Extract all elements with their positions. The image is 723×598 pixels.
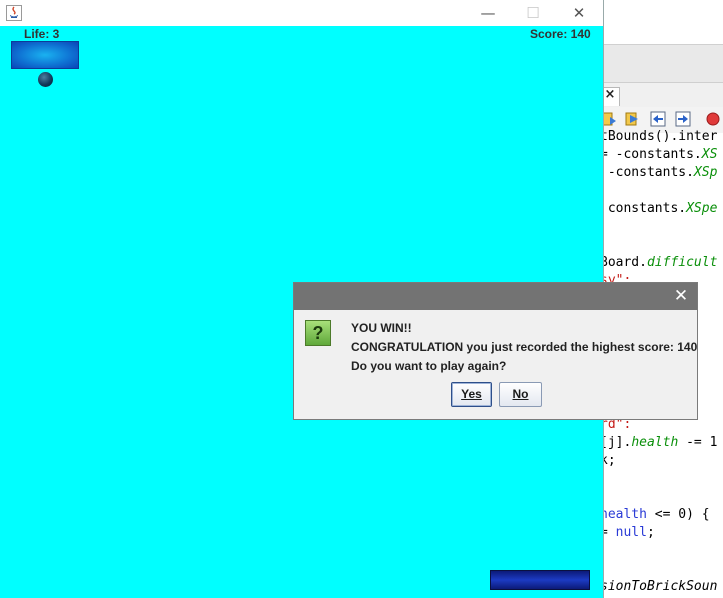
- play-again-prompt: Do you want to play again?: [351, 359, 507, 373]
- close-window-button[interactable]: ✕: [556, 0, 602, 26]
- ide-toolbar-area: [600, 45, 723, 83]
- maximize-button[interactable]: ☐: [510, 0, 556, 26]
- win-message: YOU WIN!!: [351, 321, 412, 335]
- close-icon[interactable]: ✕: [671, 286, 691, 306]
- shift-left-icon[interactable]: [650, 111, 666, 127]
- game-title-bar[interactable]: — ☐ ✕: [0, 0, 603, 26]
- close-icon[interactable]: ×: [603, 87, 617, 103]
- code-line: Board.difficult: [600, 254, 717, 272]
- java-icon: [6, 5, 22, 21]
- code-line: tBounds().inter: [600, 128, 717, 146]
- code-token: null: [615, 525, 647, 540]
- life-counter: Life: 3: [24, 27, 60, 41]
- score-counter: Score: 140: [530, 27, 591, 41]
- question-icon: ?: [305, 320, 331, 346]
- code-token: = -constants.: [600, 147, 702, 162]
- record-macro-icon[interactable]: [705, 111, 721, 127]
- dialog-title-bar[interactable]: ✕: [294, 283, 697, 310]
- code-token: XSp: [693, 165, 718, 180]
- code-line: sionToBrickSoun: [600, 578, 717, 596]
- no-button-label: No: [512, 387, 529, 401]
- code-line: constants.XSpe: [600, 200, 718, 218]
- debug-step-over-icon[interactable]: [624, 111, 640, 127]
- code-token: ;: [646, 525, 655, 540]
- paddle[interactable]: [490, 570, 590, 590]
- code-line: health <= 0) {: [600, 506, 710, 524]
- minimize-button[interactable]: —: [465, 0, 511, 26]
- code-token: sionToBrickSoun: [600, 579, 718, 594]
- code-line: [j].health -= 1: [600, 434, 717, 452]
- shift-right-icon[interactable]: [675, 111, 691, 127]
- yes-button[interactable]: Yes: [451, 382, 492, 407]
- code-token: -= 1: [678, 435, 718, 450]
- code-token: health: [600, 507, 647, 522]
- code-token: constants.: [600, 201, 687, 216]
- ball: [38, 72, 53, 87]
- code-line: = -constants.XS: [600, 146, 717, 164]
- code-token: XSpe: [686, 201, 718, 216]
- no-button[interactable]: No: [499, 382, 542, 407]
- yes-button-label: Yes: [461, 387, 482, 401]
- code-line: = null;: [600, 524, 655, 542]
- ide-top-area: [600, 0, 723, 44]
- highscore-message: CONGRATULATION you just recorded the hig…: [351, 340, 698, 354]
- code-token: <= 0) {: [646, 507, 710, 522]
- code-line: -constants.XSp: [600, 164, 718, 182]
- code-token: tBounds().inter: [600, 129, 718, 144]
- code-token: XS: [701, 147, 718, 162]
- code-token: [j].: [600, 435, 632, 450]
- code-token: -constants.: [600, 165, 694, 180]
- brick: [11, 41, 79, 69]
- code-token: health: [631, 435, 679, 450]
- code-token: Board.: [600, 255, 647, 270]
- code-token: difficult: [646, 255, 718, 270]
- game-over-dialog: ✕ ? YOU WIN!! CONGRATULATION you just re…: [293, 282, 698, 420]
